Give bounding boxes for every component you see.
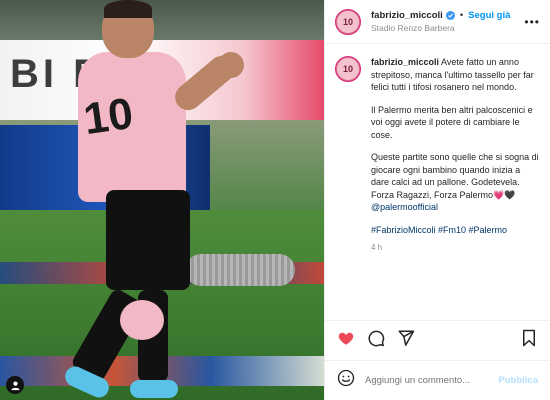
emoji-glyph <box>337 369 355 387</box>
player-figure: 10 <box>60 0 250 400</box>
post-dialog: BI ETT 10 <box>0 0 550 400</box>
share-glyph <box>398 330 415 346</box>
post-side-panel: 10 fabrizio_miccoli • Segui già Stadio R… <box>324 0 550 400</box>
caption-paragraph-3: Queste partite sono quelle che si sogna … <box>371 151 540 214</box>
header-line: fabrizio_miccoli • Segui già <box>371 10 510 21</box>
follow-button[interactable]: Segui già <box>468 10 510 21</box>
user-tag-glyph <box>10 381 20 390</box>
bookmark-icon[interactable] <box>520 329 538 352</box>
header-text: fabrizio_miccoli • Segui già Stadio Renz… <box>371 10 510 33</box>
caption-timestamp: 4 h <box>371 243 383 252</box>
emoji-icon[interactable] <box>337 369 355 392</box>
hashtags-link[interactable]: #FabrizioMiccoli #Fm10 #Palermo <box>371 224 540 237</box>
caption-avatar[interactable]: 10 <box>336 57 360 81</box>
caption-area: 10 fabrizio_miccoli Avete fatto un anno … <box>325 44 550 320</box>
username-link[interactable]: fabrizio_miccoli <box>371 10 443 21</box>
caption-username[interactable]: fabrizio_miccoli <box>371 57 439 67</box>
caption-avatar-text: 10 <box>342 64 353 74</box>
shirt-number: 10 <box>80 88 137 145</box>
action-bar <box>325 320 550 360</box>
caption-body: fabrizio_miccoli Avete fatto un anno str… <box>371 56 540 320</box>
caption-paragraph-1: fabrizio_miccoli Avete fatto un anno str… <box>371 56 540 94</box>
heart-icon[interactable] <box>337 329 355 352</box>
player-boot-right <box>130 380 178 398</box>
verified-icon <box>445 11 455 20</box>
comment-bar: Pubblica <box>325 360 550 400</box>
separator-dot: • <box>459 10 464 21</box>
user-tag-icon[interactable] <box>6 376 24 394</box>
caption-paragraph-2: Il Palermo merita ben altri palcoscenici… <box>371 104 533 140</box>
player-knee <box>120 300 164 340</box>
post-header: 10 fabrizio_miccoli • Segui già Stadio R… <box>325 0 550 44</box>
avatar-text: 10 <box>342 16 353 27</box>
more-icon[interactable]: ••• <box>524 15 540 29</box>
caption-avatar-ring[interactable]: 10 <box>335 56 361 82</box>
comment-input[interactable] <box>365 375 499 386</box>
verified-check-glyph <box>447 13 453 18</box>
avatar[interactable]: 10 <box>336 9 360 34</box>
comment-icon[interactable] <box>367 329 385 352</box>
post-photo[interactable]: BI ETT 10 <box>0 0 324 400</box>
location-link[interactable]: Stadio Renzo Barbera <box>371 23 510 33</box>
player-hair <box>104 0 152 18</box>
caption-emoji: 💗🖤 <box>493 189 516 200</box>
avatar-story-ring[interactable]: 10 <box>335 8 361 35</box>
mention-link[interactable]: @palermoofficial <box>371 202 438 212</box>
heart-glyph <box>338 332 354 345</box>
share-icon[interactable] <box>397 329 415 352</box>
player-shorts <box>106 190 190 290</box>
publish-button[interactable]: Pubblica <box>498 375 538 386</box>
bookmark-glyph <box>523 329 535 347</box>
player-fist <box>218 52 244 78</box>
comment-glyph <box>368 330 385 347</box>
